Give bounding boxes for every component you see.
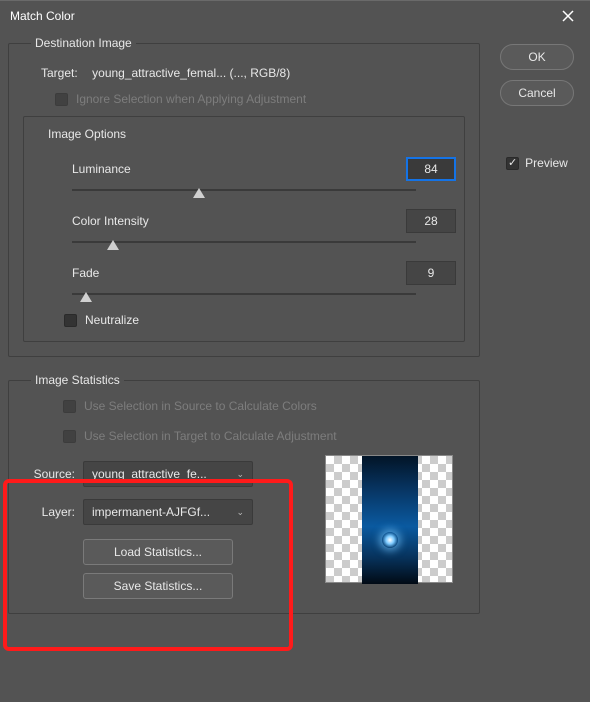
source-select[interactable]: young_attractive_fe... ⌄ xyxy=(83,461,253,487)
layer-label: Layer: xyxy=(23,505,75,519)
luminance-slider[interactable] xyxy=(72,187,416,201)
save-statistics-button[interactable]: Save Statistics... xyxy=(83,573,233,599)
color-intensity-slider[interactable] xyxy=(72,239,416,253)
use-selection-source-checkbox: Use Selection in Source to Calculate Col… xyxy=(63,399,465,413)
destination-legend: Destination Image xyxy=(31,36,136,50)
use-selection-target-checkbox: Use Selection in Target to Calculate Adj… xyxy=(63,429,465,443)
close-icon xyxy=(562,10,574,22)
use-selection-target-label: Use Selection in Target to Calculate Adj… xyxy=(84,429,337,443)
chevron-down-icon: ⌄ xyxy=(236,507,244,518)
ok-button[interactable]: OK xyxy=(500,44,574,70)
slider-thumb-icon xyxy=(80,292,92,302)
image-statistics-group: Image Statistics Use Selection in Source… xyxy=(8,373,480,614)
use-selection-source-label: Use Selection in Source to Calculate Col… xyxy=(84,399,317,413)
load-statistics-button[interactable]: Load Statistics... xyxy=(83,539,233,565)
slider-thumb-icon xyxy=(193,188,205,198)
preview-label: Preview xyxy=(525,156,568,170)
fade-label: Fade xyxy=(72,266,202,280)
checkbox-icon xyxy=(63,430,76,443)
destination-image-group: Destination Image Target: young_attracti… xyxy=(8,36,480,357)
layer-select[interactable]: impermanent-AJFGf... ⌄ xyxy=(83,499,253,525)
source-preview-thumbnail xyxy=(325,455,453,583)
cancel-button[interactable]: Cancel xyxy=(500,80,574,106)
close-button[interactable] xyxy=(545,1,590,31)
dialog-title: Match Color xyxy=(10,9,75,23)
checkbox-icon xyxy=(506,157,519,170)
preview-checkbox[interactable]: Preview xyxy=(506,156,568,170)
neutralize-label: Neutralize xyxy=(85,313,139,327)
checkbox-icon xyxy=(63,400,76,413)
color-intensity-label: Color Intensity xyxy=(72,214,202,228)
image-options-legend: Image Options xyxy=(44,127,130,141)
source-select-value: young_attractive_fe... xyxy=(92,467,207,481)
fade-input[interactable] xyxy=(406,261,456,285)
layer-select-value: impermanent-AJFGf... xyxy=(92,505,210,519)
chevron-down-icon: ⌄ xyxy=(236,469,244,480)
slider-thumb-icon xyxy=(107,240,119,250)
image-statistics-legend: Image Statistics xyxy=(31,373,124,387)
fade-slider[interactable] xyxy=(72,291,416,305)
image-options-group: Image Options Luminance Color Intensity xyxy=(23,116,465,342)
luminance-input[interactable] xyxy=(406,157,456,181)
neutralize-checkbox[interactable]: Neutralize xyxy=(64,313,456,327)
ignore-selection-label: Ignore Selection when Applying Adjustmen… xyxy=(76,92,306,106)
checkbox-icon xyxy=(64,314,77,327)
target-value: young_attractive_femal... (..., RGB/8) xyxy=(92,66,290,80)
luminance-label: Luminance xyxy=(72,162,202,176)
ignore-selection-checkbox: Ignore Selection when Applying Adjustmen… xyxy=(55,92,465,106)
checkbox-icon xyxy=(55,93,68,106)
target-label: Target: xyxy=(41,66,78,80)
titlebar: Match Color xyxy=(0,0,590,30)
source-label: Source: xyxy=(23,467,75,481)
color-intensity-input[interactable] xyxy=(406,209,456,233)
